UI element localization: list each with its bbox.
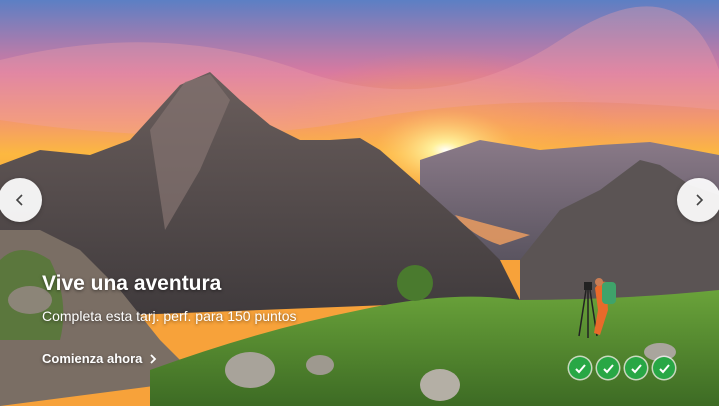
next-button[interactable]: [677, 178, 719, 222]
completed-step-2: [597, 357, 619, 379]
checkmark-icon: [574, 363, 586, 373]
start-now-link[interactable]: Comienza ahora: [42, 351, 158, 366]
checkmark-icon: [602, 363, 614, 373]
chevron-left-icon: [15, 194, 23, 206]
previous-button[interactable]: [0, 178, 42, 222]
completed-step-4: [653, 357, 675, 379]
completed-step-1: [569, 357, 591, 379]
card-title: Vive una aventura: [42, 272, 222, 295]
card-subtitle: Completa esta tarj. perf. para 150 punto…: [42, 308, 297, 324]
progress-indicators: [569, 357, 675, 379]
checkmark-icon: [658, 363, 670, 373]
start-now-label: Comienza ahora: [42, 351, 143, 366]
chevron-right-icon: [696, 194, 704, 206]
checkmark-icon: [630, 363, 642, 373]
card-text-overlay: Vive una aventura Completa esta tarj. pe…: [42, 272, 296, 368]
chevron-right-icon: [150, 353, 157, 364]
reward-card[interactable]: Vive una aventura Completa esta tarj. pe…: [0, 0, 719, 406]
completed-step-3: [625, 357, 647, 379]
